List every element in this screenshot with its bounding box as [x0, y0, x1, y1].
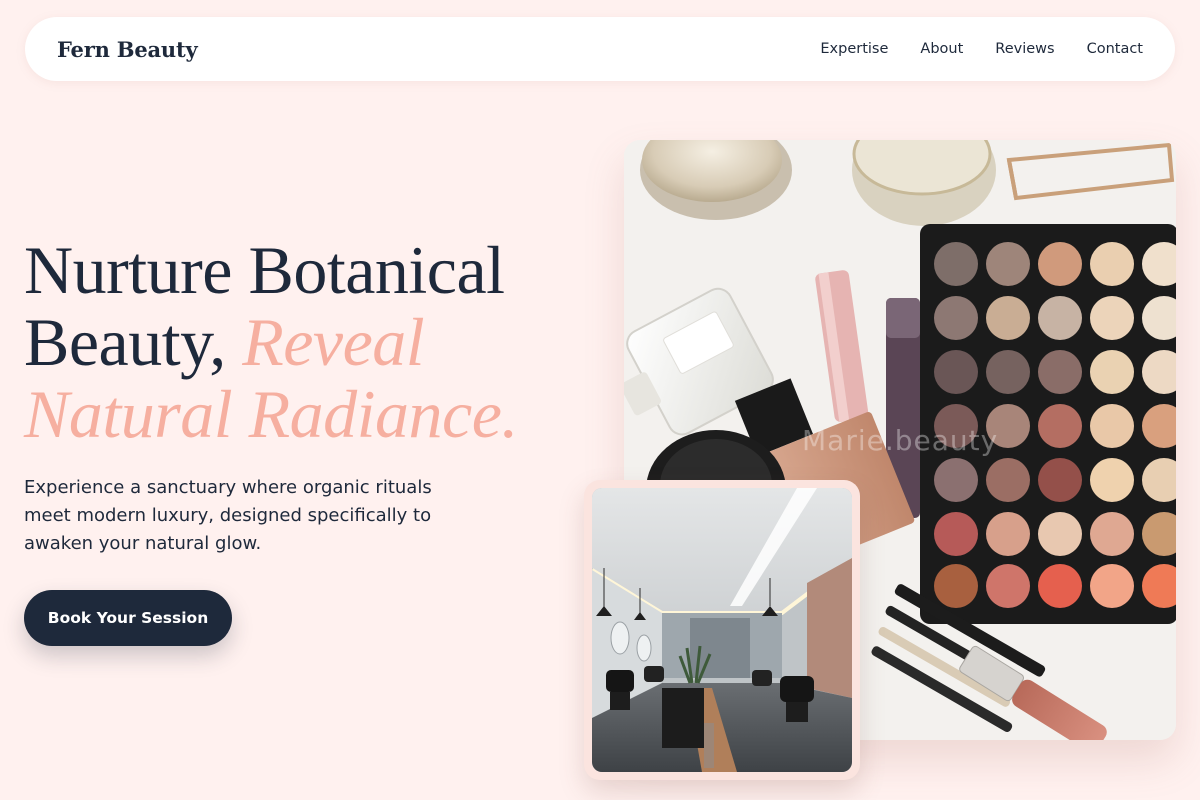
book-session-button[interactable]: Book Your Session [24, 590, 232, 646]
nav-link-contact[interactable]: Contact [1087, 41, 1143, 57]
nav-link-expertise[interactable]: Expertise [820, 41, 888, 57]
hero-headline: Nurture Botanical Beauty, Reveal Natural… [24, 234, 584, 450]
hero-description: Experience a sanctuary where organic rit… [24, 477, 432, 554]
nav-link-reviews[interactable]: Reviews [995, 41, 1054, 57]
brand-logo[interactable]: Fern Beauty [57, 37, 198, 62]
salon-interior-illustration [592, 488, 852, 772]
salon-interior-image [592, 488, 852, 772]
image-watermark: Marie.beauty [802, 424, 999, 457]
nav-menu: Expertise About Reviews Contact [820, 41, 1143, 57]
salon-interior-card [584, 480, 860, 780]
nav-link-about[interactable]: About [920, 41, 963, 57]
top-navigation: Fern Beauty Expertise About Reviews Cont… [25, 17, 1175, 81]
